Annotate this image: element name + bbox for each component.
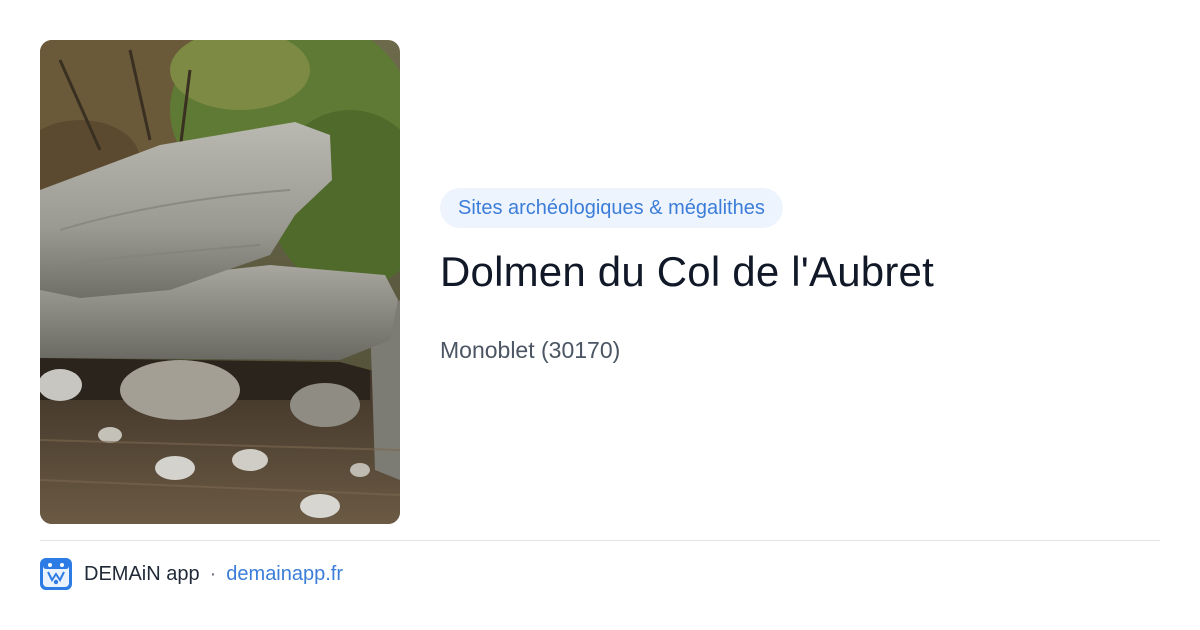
- app-name: DEMAiN app: [84, 562, 200, 585]
- category-badge: Sites archéologiques & mégalithes: [440, 188, 783, 228]
- footer-divider: [40, 540, 1160, 541]
- place-title: Dolmen du Col de l'Aubret: [440, 248, 934, 295]
- footer: DEMAiN app · demainapp.fr: [40, 558, 343, 590]
- place-location: Monoblet (30170): [440, 337, 621, 363]
- app-url-link[interactable]: demainapp.fr: [226, 563, 343, 586]
- footer-separator: ·: [209, 562, 217, 585]
- demain-app-logo-icon: [40, 558, 72, 590]
- place-photo: [40, 40, 400, 524]
- place-info: Sites archéologiques & mégalithes Dolmen…: [440, 188, 1160, 364]
